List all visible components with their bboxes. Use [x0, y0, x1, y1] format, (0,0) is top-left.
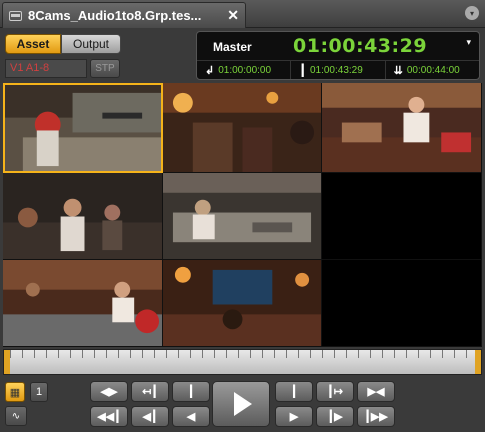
chevron-down-icon[interactable]: ▾	[466, 37, 471, 48]
duration-timecode: 00:00:44:00	[406, 64, 460, 76]
mark-in-icon: ↲	[205, 64, 215, 77]
close-icon[interactable]: ✕	[227, 7, 239, 24]
position-timecode: 01:00:43:29	[309, 64, 363, 76]
position-icon: ┃	[299, 64, 306, 77]
timecode-main: 01:00:43:29	[293, 35, 428, 57]
mark-in-cell: ↲ 01:00:00:00	[197, 61, 292, 79]
panel-tab[interactable]: 8Cams_Audio1to8.Grp.tes... ✕	[2, 2, 246, 28]
timecode-row: ↲ 01:00:00:00 ┃ 01:00:43:29 ⇊ 00:00:44:0…	[197, 60, 479, 79]
step-forward-button[interactable]: ▶	[275, 406, 313, 427]
multicam-grid	[3, 83, 482, 347]
panel-tab-bar: 8Cams_Audio1to8.Grp.tes... ✕ ▾	[0, 0, 485, 28]
play-button[interactable]	[212, 381, 270, 427]
timecode-mode-label: Master	[213, 40, 252, 54]
audio-waveform-icon[interactable]: ∿	[5, 406, 27, 426]
camera-view-4[interactable]	[3, 173, 163, 260]
grid-icon[interactable]: ▦	[5, 382, 25, 402]
panel-tab-title: 8Cams_Audio1to8.Grp.tes...	[28, 8, 202, 23]
split-edit-button[interactable]: ▶◀	[357, 381, 395, 402]
camera-view-6[interactable]	[322, 173, 482, 260]
timeline-start-handle[interactable]	[4, 350, 10, 374]
panel-menu-icon[interactable]: ▾	[465, 6, 479, 20]
camera-view-9[interactable]	[322, 260, 482, 347]
camera-view-8[interactable]	[163, 260, 322, 347]
timecode-display[interactable]: Master 01:00:43:29 ▾ ↲ 01:00:00:00 ┃ 01:…	[196, 31, 480, 80]
duration-icon: ⇊	[393, 64, 403, 77]
asset-button[interactable]: Asset	[5, 34, 61, 54]
output-button[interactable]: Output	[61, 34, 121, 54]
fast-forward-button[interactable]: ┃▶▶	[357, 406, 395, 427]
bank-count-button[interactable]: 1	[30, 382, 48, 402]
go-to-previous-edit-button[interactable]: ↤┃	[131, 381, 169, 402]
camera-view-1[interactable]	[3, 83, 163, 173]
camera-view-3[interactable]	[322, 83, 482, 173]
go-to-next-edit-button[interactable]: ┃↦	[316, 381, 354, 402]
timeline-ticks	[10, 350, 475, 358]
position-bar[interactable]	[3, 349, 482, 375]
monitor-icon	[9, 10, 22, 21]
duration-cell: ⇊ 00:00:44:00	[386, 61, 479, 79]
mark-in-timecode: 01:00:00:00	[218, 64, 272, 76]
mark-out-button[interactable]: ┃	[275, 381, 313, 402]
step-back-10-button[interactable]: ◀┃	[131, 406, 169, 427]
camera-view-2[interactable]	[163, 83, 322, 173]
stp-button[interactable]: STP	[90, 59, 120, 78]
camera-view-7[interactable]	[3, 260, 163, 347]
timeline-end-handle[interactable]	[475, 350, 481, 374]
step-forward-10-button[interactable]: ┃▶	[316, 406, 354, 427]
mark-in-button[interactable]: ┃	[172, 381, 210, 402]
camera-view-5[interactable]	[163, 173, 322, 260]
position-cell: ┃ 01:00:43:29	[291, 61, 386, 79]
mark-in-out-button[interactable]: ◀▶	[90, 381, 128, 402]
step-back-button[interactable]: ◀	[172, 406, 210, 427]
play-icon	[234, 392, 252, 416]
rewind-button[interactable]: ◀◀┃	[90, 406, 128, 427]
track-selector[interactable]: V1 A1-8	[5, 59, 87, 78]
